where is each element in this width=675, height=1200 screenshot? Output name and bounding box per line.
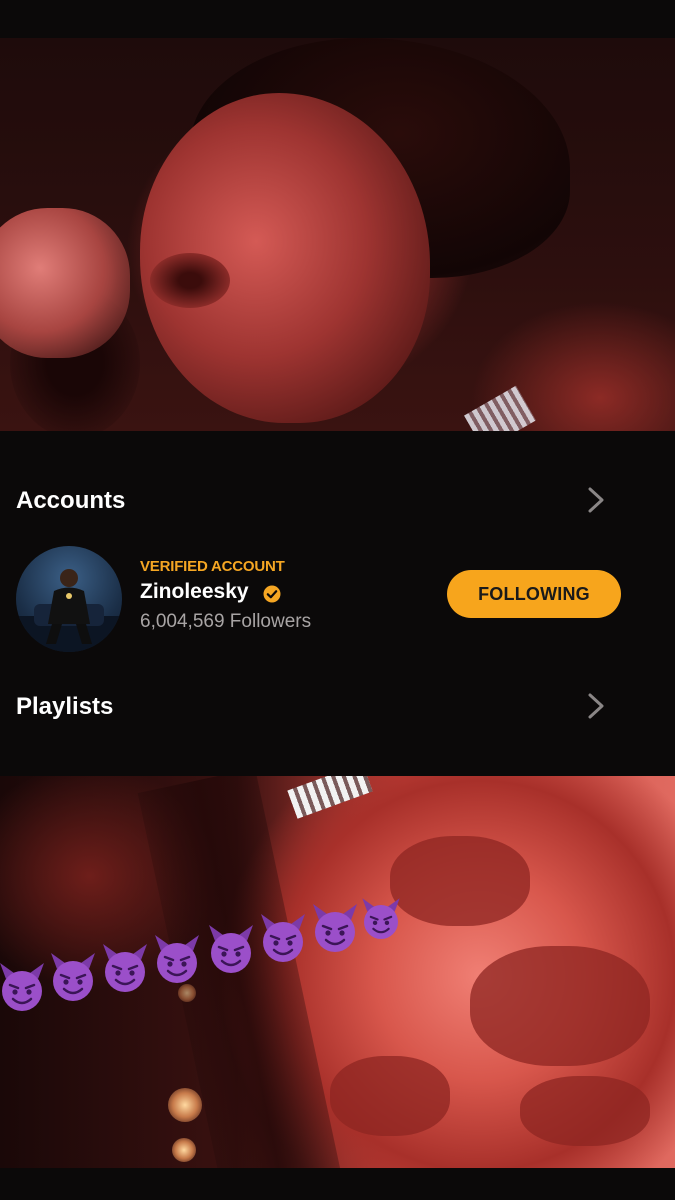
verified-check-icon (263, 585, 281, 603)
smiling-devil-emoji-icon (311, 902, 359, 954)
follower-count: 6,004,569 Followers (140, 611, 312, 632)
bokeh-light (168, 1088, 202, 1122)
avatar[interactable] (16, 546, 122, 652)
smiling-devil-emoji-icon (101, 942, 149, 994)
photo-hand (0, 208, 130, 358)
following-button[interactable]: FOLLOWING (447, 570, 621, 618)
smiling-devil-emoji-icon (0, 961, 46, 1013)
verified-account-label: VERIFIED ACCOUNT (140, 558, 285, 575)
chevron-right-icon[interactable] (585, 486, 607, 514)
bokeh-light (172, 1138, 196, 1162)
playlists-section-title: Playlists (16, 693, 114, 720)
photo-texture (330, 1056, 450, 1136)
chevron-right-icon[interactable] (585, 692, 607, 720)
bottom-photo (0, 776, 675, 1168)
photo-texture (470, 946, 650, 1066)
smiling-devil-emoji-icon (49, 951, 97, 1003)
account-name[interactable]: Zinoleesky (140, 580, 249, 604)
bokeh-light (178, 984, 196, 1002)
photo-mouth (150, 253, 230, 308)
photo-texture (520, 1076, 650, 1146)
bottom-bar (0, 1168, 675, 1200)
accounts-section-title: Accounts (16, 487, 126, 514)
photo-chain (464, 385, 536, 431)
search-results-panel: Accounts VERIFIED ACCOUNT Zinoleesky 6,0… (0, 431, 675, 776)
photo-chain (287, 776, 373, 819)
photo-texture (390, 836, 530, 926)
smiling-devil-emoji-icon (361, 897, 401, 941)
top-photo (0, 38, 675, 431)
